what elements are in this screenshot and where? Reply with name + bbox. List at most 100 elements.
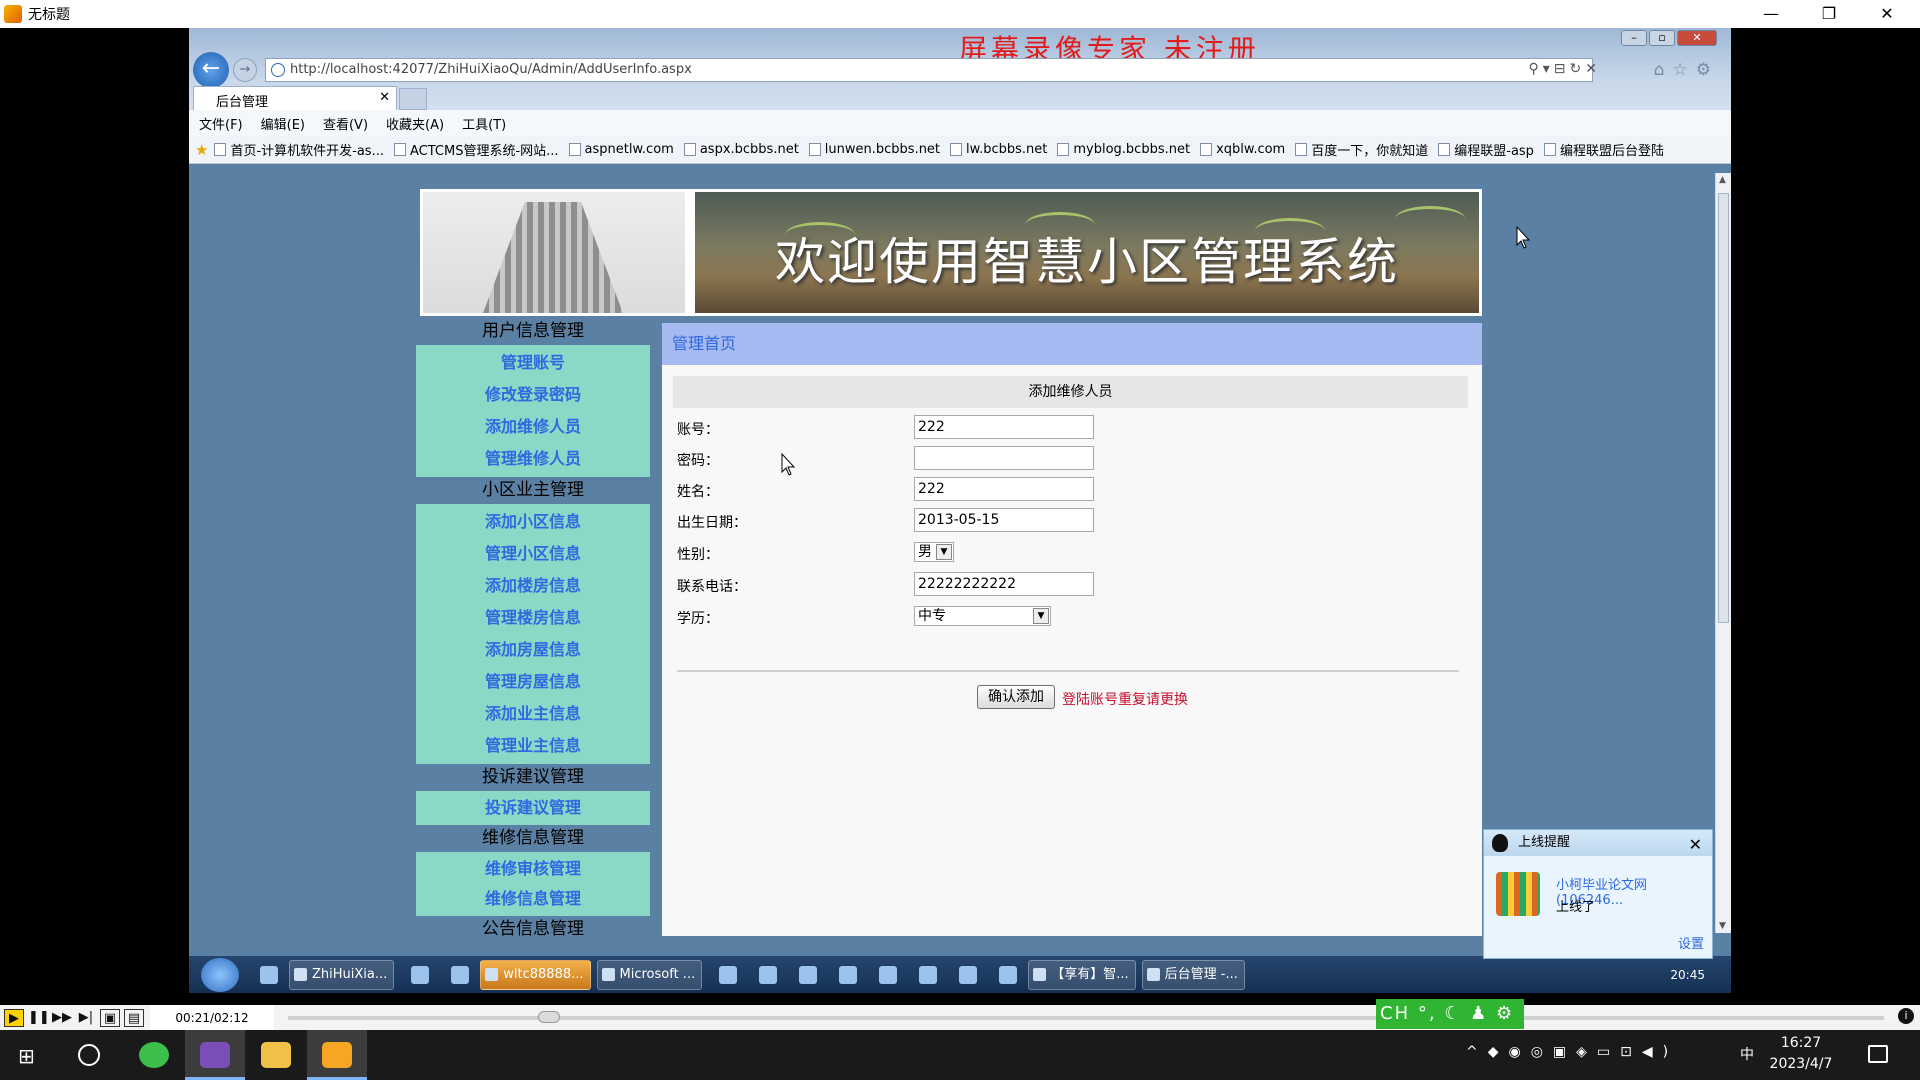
favorite-link[interactable]: 编程联盟-asp (1438, 140, 1534, 159)
seek-handle[interactable] (538, 1011, 560, 1023)
avatar[interactable] (1496, 872, 1540, 916)
nav-item-manage-owner[interactable]: 管理业主信息 (416, 730, 650, 762)
browser-app-icon[interactable] (124, 1030, 184, 1080)
gender-select[interactable]: 男 ▼ (914, 542, 954, 562)
name-input[interactable]: 222 (914, 477, 1094, 501)
favorite-link[interactable]: 百度一下，你就知道 (1295, 140, 1428, 159)
app-icon[interactable] (799, 965, 818, 984)
account-input[interactable]: 222 (914, 415, 1094, 439)
nav-section-notice[interactable]: 公告信息管理 (416, 916, 650, 943)
nav-item-repair-review[interactable]: 维修审核管理 (416, 854, 650, 884)
nav-section-repair[interactable]: 维修信息管理 (416, 825, 650, 852)
file-explorer-icon[interactable] (246, 1030, 306, 1080)
nav-item-repair-info[interactable]: 维修信息管理 (416, 884, 650, 914)
menu-tools[interactable]: 工具(T) (462, 114, 506, 133)
scroll-up-icon[interactable]: ▲ (1719, 175, 1726, 185)
app-icon[interactable] (919, 965, 938, 984)
menu-favorites[interactable]: 收藏夹(A) (386, 114, 444, 133)
app-icon[interactable] (959, 965, 978, 984)
favorite-link[interactable]: 编程联盟后台登陆 (1543, 140, 1664, 159)
nav-item-manage-repairman[interactable]: 管理维修人员 (416, 443, 650, 475)
nav-item-add-building[interactable]: 添加楼房信息 (416, 570, 650, 602)
nav-section-user[interactable]: 用户信息管理 (416, 318, 650, 345)
step-icon[interactable]: ▶| (76, 1009, 96, 1027)
phone-input[interactable]: 22222222222 (914, 572, 1094, 596)
ie-close-icon[interactable]: ✕ (1677, 30, 1717, 46)
ime-toolbar[interactable]: CH °, ☾ ♟ ⚙ (1376, 999, 1524, 1029)
menu-edit[interactable]: 编辑(E) (261, 114, 305, 133)
confirm-add-button[interactable]: 确认添加 (977, 685, 1055, 709)
nav-item-add-house[interactable]: 添加房屋信息 (416, 634, 650, 666)
app-icon[interactable] (411, 965, 430, 984)
qq-settings-link[interactable]: 设置 (1678, 933, 1704, 952)
favorite-link[interactable]: lunwen.bcbbs.net (808, 142, 940, 157)
app-icon[interactable] (839, 965, 858, 984)
fast-forward-icon[interactable]: ▶▶ (52, 1009, 72, 1027)
forward-arrow-icon[interactable]: → (233, 58, 257, 82)
home-star-gear-icons[interactable]: ⌂☆⚙ (1654, 60, 1719, 80)
favorite-link[interactable]: 首页-计算机软件开发-as... (214, 140, 384, 159)
education-select[interactable]: 中专 ▼ (914, 606, 1051, 626)
scroll-thumb[interactable] (1718, 193, 1729, 623)
system-tray-icons[interactable]: ^◆◉◎▣◈▭⊡◀) (1466, 1044, 1678, 1060)
tab-close-icon[interactable]: ✕ (379, 90, 390, 105)
game-app-icon[interactable] (185, 1030, 245, 1080)
birthday-input[interactable]: 2013-05-15 (914, 508, 1094, 532)
nav-section-owner[interactable]: 小区业主管理 (416, 477, 650, 504)
close-icon[interactable]: ✕ (1858, 0, 1916, 28)
taskbar-button[interactable]: 【享有】智... (1028, 959, 1136, 990)
app-icon[interactable] (879, 965, 898, 984)
search-circle-icon[interactable] (78, 1044, 100, 1066)
password-input[interactable] (914, 446, 1094, 470)
seek-bar[interactable] (288, 1016, 1884, 1020)
favorite-link[interactable]: ACTCMS管理系统-网站... (393, 140, 559, 159)
new-tab-button[interactable] (399, 88, 427, 110)
ime-indicator[interactable]: 中 (1740, 1044, 1754, 1064)
address-tools-icon[interactable]: ⚲▾⊟↻✕ (1529, 61, 1601, 77)
taskbar-button[interactable]: Microsoft ... (596, 959, 703, 990)
window-icon[interactable]: ▤ (124, 1009, 144, 1027)
pause-icon[interactable]: ❚❚ (28, 1009, 50, 1027)
taskbar-button[interactable]: 后台管理 -... (1141, 959, 1245, 990)
nav-item-complaint[interactable]: 投诉建议管理 (416, 793, 650, 823)
favorite-link[interactable]: myblog.bcbbs.net (1057, 142, 1190, 157)
taskbar-button[interactable]: wltc88888... (480, 959, 591, 990)
app-icon[interactable] (999, 965, 1018, 984)
taskbar-button[interactable]: ZhiHuiXia... (289, 959, 395, 990)
chevron-down-icon[interactable]: ▼ (936, 544, 952, 560)
scroll-down-icon[interactable]: ▼ (1719, 921, 1726, 931)
ie-minimize-icon[interactable]: – (1621, 30, 1647, 46)
windows-start-icon[interactable]: ⊞ (18, 1044, 35, 1068)
windows10-clock[interactable]: 16:27 2023/4/7 (1756, 1033, 1846, 1075)
ie-restore-icon[interactable]: ▫ (1649, 30, 1675, 46)
menu-view[interactable]: 查看(V) (323, 114, 368, 133)
nav-item-add-owner[interactable]: 添加业主信息 (416, 698, 650, 730)
minimize-icon[interactable]: — (1742, 0, 1800, 28)
browser-tab[interactable]: 后台管理 ✕ (193, 86, 397, 110)
app-icon[interactable] (451, 965, 470, 984)
search-icon[interactable] (260, 965, 278, 984)
nav-item-change-password[interactable]: 修改登录密码 (416, 379, 650, 411)
page-scrollbar[interactable]: ▲ ▼ (1715, 173, 1731, 933)
close-icon[interactable]: ✕ (1689, 832, 1702, 858)
windows7-start-orb[interactable] (201, 957, 239, 992)
nav-item-manage-account[interactable]: 管理账号 (416, 347, 650, 379)
chevron-down-icon[interactable]: ▼ (1033, 608, 1049, 624)
nav-item-manage-building[interactable]: 管理楼房信息 (416, 602, 650, 634)
info-icon[interactable]: i (1898, 1008, 1914, 1024)
nav-item-manage-house[interactable]: 管理房屋信息 (416, 666, 650, 698)
notification-icon[interactable] (1868, 1045, 1888, 1063)
address-bar[interactable]: http://localhost:42077/ZhiHuiXiaoQu/Admi… (265, 58, 1593, 82)
favorite-link[interactable]: xqblw.com (1200, 142, 1285, 157)
back-arrow-icon[interactable]: ← (193, 52, 229, 88)
app-icon[interactable] (759, 965, 778, 984)
nav-section-complaint[interactable]: 投诉建议管理 (416, 764, 650, 791)
nav-item-add-community[interactable]: 添加小区信息 (416, 506, 650, 538)
menu-file[interactable]: 文件(F) (199, 114, 243, 133)
play-icon[interactable]: ▶ (4, 1009, 24, 1027)
restore-icon[interactable]: ❐ (1800, 0, 1858, 28)
favorite-link[interactable]: aspx.bcbbs.net (683, 142, 799, 157)
favorite-link[interactable]: lw.bcbbs.net (950, 142, 1047, 157)
favorite-link[interactable]: aspnetlw.com (568, 142, 674, 157)
favorites-star-icon[interactable]: ★ (195, 141, 208, 159)
